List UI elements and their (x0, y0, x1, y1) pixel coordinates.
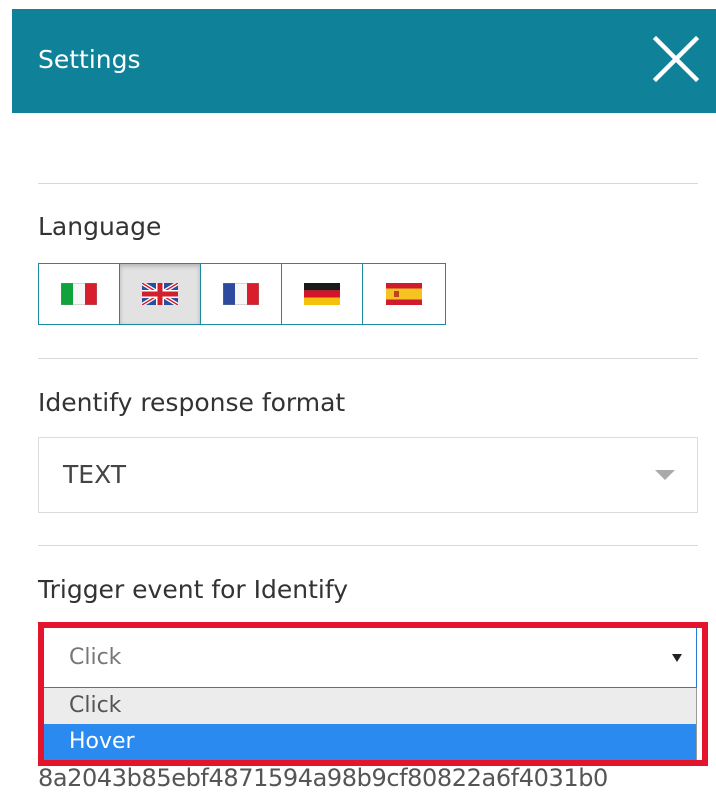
settings-title: Settings (38, 45, 141, 74)
uk-flag-icon (142, 283, 178, 305)
close-icon (652, 35, 700, 83)
france-flag-icon (223, 283, 259, 305)
language-button-group (38, 263, 446, 325)
settings-header: Settings (12, 9, 716, 113)
caret-down-icon (655, 470, 675, 480)
italy-flag-icon (61, 283, 97, 305)
close-button[interactable] (652, 35, 700, 83)
hash-id: 8a2043b85ebf4871594a98b9cf80822a6f4031b0 (38, 764, 608, 792)
language-button-italian[interactable] (39, 264, 120, 324)
language-button-german[interactable] (282, 264, 363, 324)
language-label: Language (38, 212, 162, 241)
divider (38, 545, 698, 546)
response-format-select[interactable]: TEXT (38, 437, 698, 513)
trigger-event-label: Trigger event for Identify (38, 575, 349, 604)
spain-flag-icon (385, 283, 422, 305)
language-button-spanish[interactable] (363, 264, 444, 324)
highlight-box (38, 622, 708, 766)
response-format-label: Identify response format (38, 388, 346, 417)
divider (38, 183, 698, 184)
germany-flag-icon (304, 283, 340, 305)
language-button-french[interactable] (201, 264, 282, 324)
language-button-english[interactable] (120, 264, 201, 324)
response-format-value: TEXT (63, 460, 127, 489)
settings-panel: Settings Language Identify response form… (0, 0, 716, 808)
divider (38, 358, 698, 359)
